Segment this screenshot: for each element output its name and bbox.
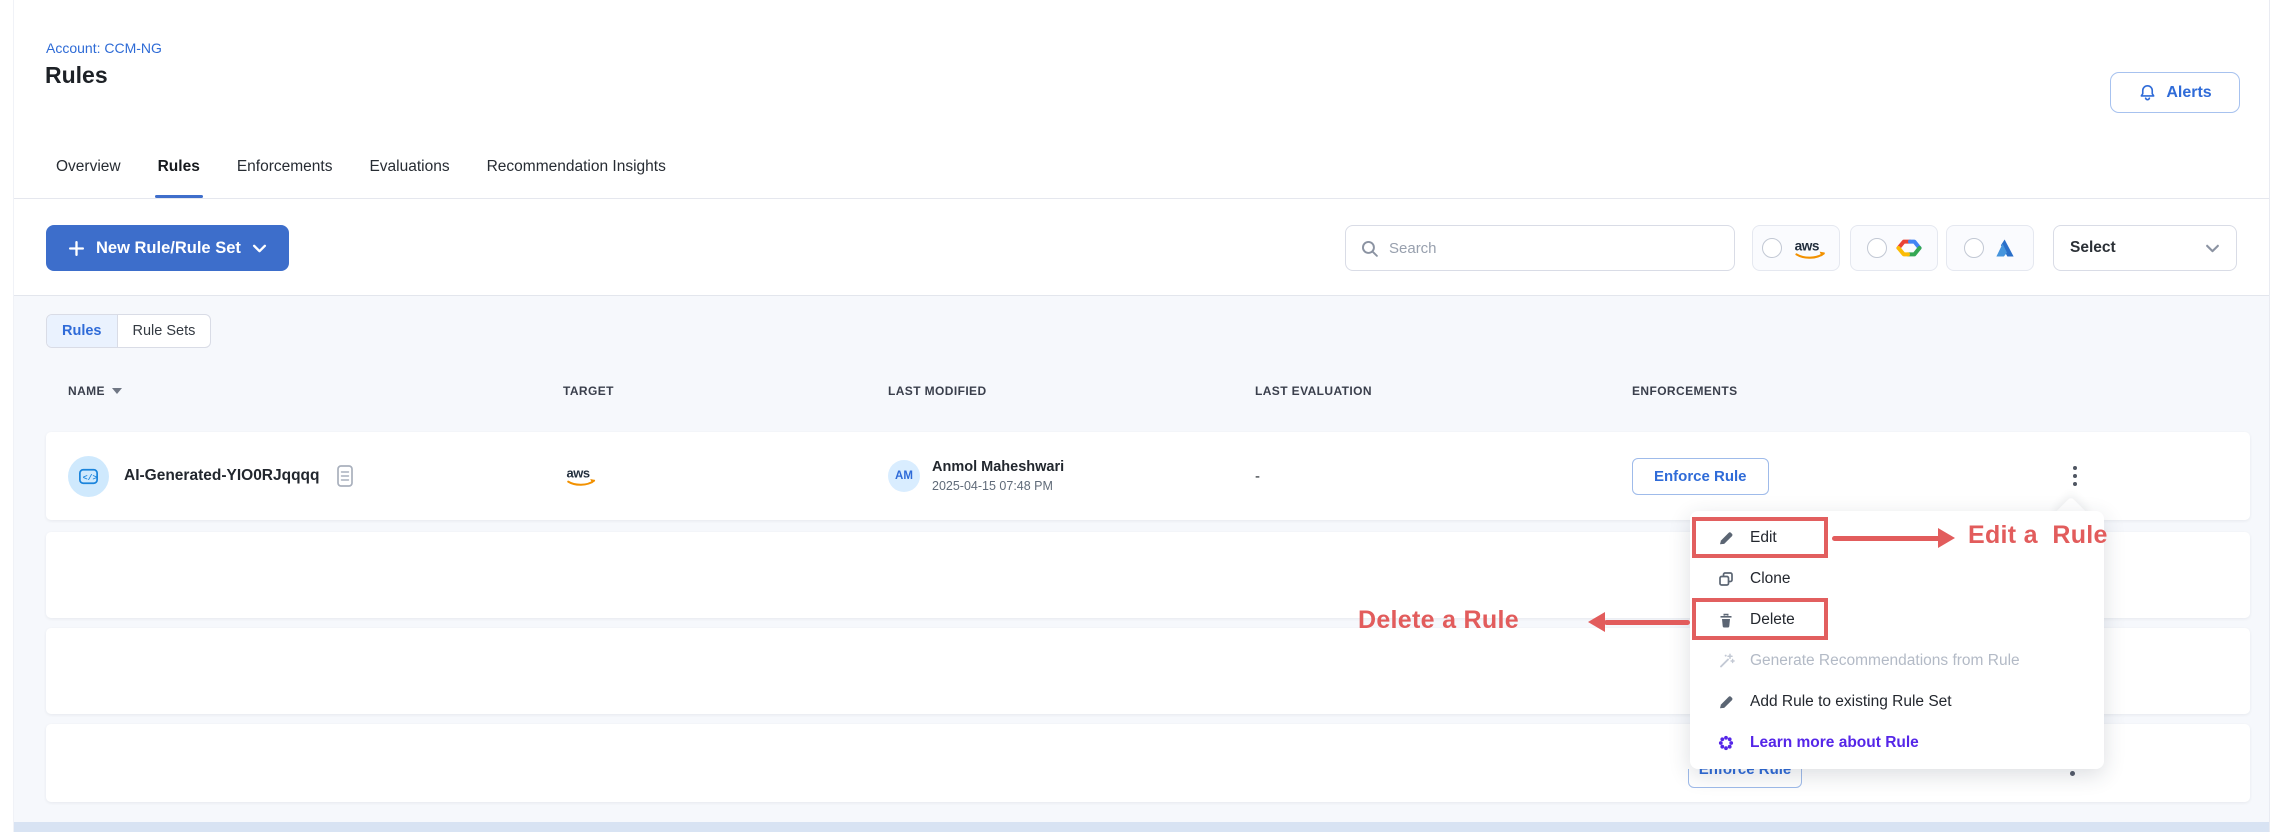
select-label: Select <box>2070 239 2205 257</box>
svg-text:aws: aws <box>566 466 589 481</box>
left-gutter <box>0 0 14 832</box>
modified-by: Anmol Maheshwari <box>932 459 1064 475</box>
column-header-enforcements: ENFORCEMENTS <box>1632 384 2250 398</box>
tab-evaluations[interactable]: Evaluations <box>369 136 449 198</box>
new-rule-label: New Rule/Rule Set <box>96 239 241 258</box>
svg-text:</>: </> <box>83 472 98 482</box>
delete-annotation-label: Delete a Rule <box>1358 606 1519 635</box>
toolbar: New Rule/Rule Set aws <box>14 199 2269 296</box>
rule-name[interactable]: AI-Generated-YIO0RJqqqq <box>124 467 320 485</box>
modified-date: 2025-04-15 07:48 PM <box>932 479 1064 493</box>
aws-logo-icon: aws <box>1791 236 1831 261</box>
right-scrollbar-gutter[interactable] <box>2269 0 2296 832</box>
last-modified-cell: AM Anmol Maheshwari 2025-04-15 07:48 PM <box>888 459 1255 493</box>
azure-logo-icon <box>1993 237 2017 259</box>
pencil-icon <box>1716 693 1735 711</box>
sort-caret-icon[interactable] <box>112 388 122 394</box>
menu-item-label: Clone <box>1750 570 1791 588</box>
search-input[interactable] <box>1389 240 1720 257</box>
copy-id-icon[interactable] <box>335 463 355 489</box>
tab-overview[interactable]: Overview <box>56 136 121 198</box>
search-box <box>1345 225 1735 271</box>
svg-text:aws: aws <box>1794 238 1819 253</box>
partial-enforce-rule-button[interactable]: Enforce Rule <box>1688 769 1802 790</box>
tab-enforcements[interactable]: Enforcements <box>237 136 333 198</box>
alerts-label: Alerts <box>2166 84 2211 102</box>
view-toggle: Rules Rule Sets <box>46 314 211 348</box>
breadcrumb[interactable]: Account: CCM-NG <box>46 40 162 56</box>
target-cell: aws <box>563 464 888 488</box>
tab-recommendation-insights[interactable]: Recommendation Insights <box>487 136 666 198</box>
menu-item-label: Learn more about Rule <box>1750 734 1919 752</box>
enforce-rule-button-clipped: Enforce Rule <box>1688 769 1802 788</box>
aws-radio[interactable] <box>1762 238 1782 258</box>
edit-annotation-label: Edit a Rule <box>1968 521 2108 550</box>
column-header-last-modified: LAST MODIFIED <box>888 384 1255 398</box>
menu-item-add-to-rule-set[interactable]: Add Rule to existing Rule Set <box>1690 681 2104 722</box>
menu-item-label: Generate Recommendations from Rule <box>1750 652 2020 670</box>
provider-filter-aws[interactable]: aws <box>1752 225 1840 271</box>
row-actions-kebab-icon[interactable] <box>2064 461 2086 491</box>
last-evaluation-cell: - <box>1255 468 1632 485</box>
column-label: NAME <box>68 384 105 398</box>
enforce-rule-button[interactable]: Enforce Rule <box>1632 458 1769 495</box>
alerts-button[interactable]: Alerts <box>2110 72 2240 113</box>
gcp-radio[interactable] <box>1867 238 1887 258</box>
menu-item-clone[interactable]: Clone <box>1690 558 2104 599</box>
provider-filter-azure[interactable] <box>1946 225 2034 271</box>
tab-rules[interactable]: Rules <box>158 136 200 198</box>
rule-name-cell: </> AI-Generated-YIO0RJqqqq <box>68 456 563 497</box>
flower-icon <box>1716 734 1735 752</box>
chevron-down-icon <box>252 243 267 254</box>
chevron-down-icon <box>2205 243 2220 254</box>
table-row[interactable]: </> AI-Generated-YIO0RJqqqq aws AM <box>46 432 2250 520</box>
delete-highlight-box <box>1692 598 1828 640</box>
edit-arrow <box>1832 536 1942 541</box>
toggle-rule-sets[interactable]: Rule Sets <box>118 315 211 347</box>
avatar: AM <box>888 460 920 492</box>
rule-avatar: </> <box>68 456 109 497</box>
clone-icon <box>1716 570 1735 588</box>
aws-target-icon: aws <box>563 464 888 488</box>
column-header-target: TARGET <box>563 384 888 398</box>
toggle-rules[interactable]: Rules <box>47 315 118 347</box>
page-title: Rules <box>45 62 108 89</box>
menu-item-learn-more[interactable]: Learn more about Rule <box>1690 722 2104 763</box>
provider-filter-gcp[interactable] <box>1850 225 1938 271</box>
edit-highlight-box <box>1692 517 1828 558</box>
select-dropdown[interactable]: Select <box>2053 225 2237 271</box>
plus-icon <box>68 240 85 257</box>
search-icon <box>1360 239 1379 258</box>
delete-arrow-head <box>1588 612 1605 632</box>
magic-wand-icon <box>1716 652 1735 670</box>
delete-arrow <box>1604 620 1690 625</box>
gcp-logo-icon <box>1896 237 1922 259</box>
menu-item-label: Add Rule to existing Rule Set <box>1750 693 1952 711</box>
bottom-scroll-strip[interactable] <box>14 822 2269 832</box>
column-header-last-evaluation: LAST EVALUATION <box>1255 384 1632 398</box>
table-header: NAME TARGET LAST MODIFIED LAST EVALUATIO… <box>46 376 2250 406</box>
azure-radio[interactable] <box>1964 238 1984 258</box>
menu-item-generate-recommendations: Generate Recommendations from Rule <box>1690 640 2104 681</box>
column-header-name[interactable]: NAME <box>68 384 563 398</box>
edit-arrow-head <box>1938 528 1955 548</box>
rules-page: Account: CCM-NG Rules Alerts Overview Ru… <box>0 0 2296 832</box>
bell-icon <box>2138 83 2157 102</box>
partial-kebab-dot <box>2070 771 2075 776</box>
new-rule-button[interactable]: New Rule/Rule Set <box>46 225 289 271</box>
enforcements-cell: Enforce Rule <box>1632 432 2250 520</box>
tab-bar: Overview Rules Enforcements Evaluations … <box>14 136 2269 199</box>
